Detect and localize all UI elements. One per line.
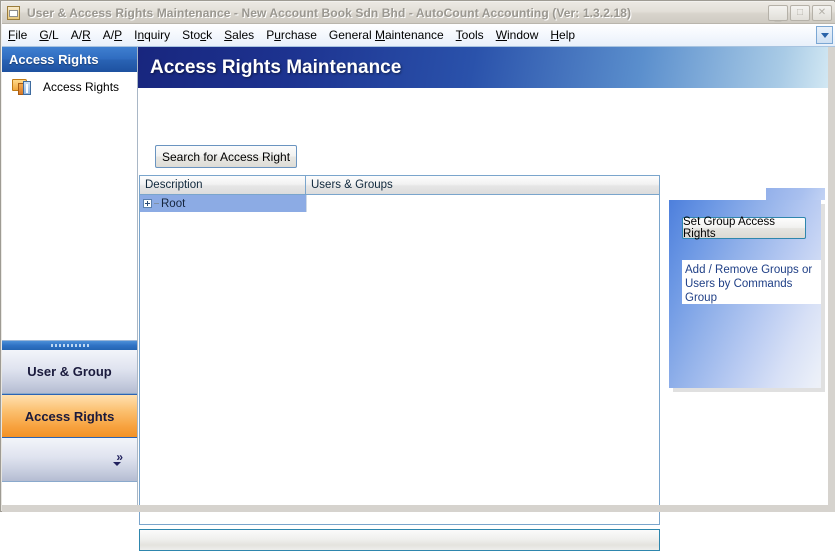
grid-column-header-users-groups[interactable]: Users & Groups [306,176,659,194]
grid-column-header-description[interactable]: Description [140,176,306,194]
chevron-down-icon [820,32,829,38]
navigation-pane: Access Rights Access Rights User & Group… [2,47,138,512]
minimize-icon: _ [774,9,782,23]
menu-item-g-l[interactable]: G/L [33,25,64,45]
minimize-button[interactable]: _ [768,5,788,23]
search-access-right-button[interactable]: Search for Access Right [155,145,297,168]
close-icon: ✕ [817,7,827,18]
menu-item-tools[interactable]: Tools [450,25,490,45]
grip-handle-icon [50,344,89,347]
navigation-splitter[interactable] [2,340,137,350]
grid-cell-description[interactable]: Root [140,195,306,212]
maximize-button[interactable]: □ [790,5,810,21]
chevron-down-icon [113,462,121,466]
application-window: User & Access Rights Maintenance - New A… [0,0,835,551]
navigation-header: Access Rights [2,47,137,72]
menu-overflow-button[interactable] [816,26,833,44]
maximize-icon: □ [796,7,804,18]
grid-cell-users-groups[interactable] [306,195,659,212]
nav-overflow-button[interactable]: » [2,438,137,482]
right-panel-note: Add / Remove Groups or Users by Commands… [682,260,821,304]
nav-button-access-rights[interactable]: Access Rights [2,394,137,438]
grid-header-row: Description Users & Groups [140,176,659,195]
grid-body: Root [140,195,659,212]
nav-button-user-and-group[interactable]: User & Group [2,350,137,394]
sidebar-item-access-rights[interactable]: Access Rights [2,72,137,102]
navigation-list: Access Rights [2,72,137,102]
window-title: User & Access Rights Maintenance - New A… [27,5,632,20]
menu-item-window[interactable]: Window [490,25,545,45]
right-action-panel: Set Group Access Rights Add / Remove Gro… [669,188,825,395]
client-area: Access Rights Access Rights User & Group… [2,47,835,551]
menu-item-a-p[interactable]: A/P [97,25,128,45]
menu-item-general-maintenance[interactable]: General Maintenance [323,25,450,45]
right-panel-tab [766,188,825,200]
window-app-icon [6,5,22,21]
footer-status-bar[interactable] [139,529,660,551]
title-bar: User & Access Rights Maintenance - New A… [2,2,835,24]
client-right-gutter [828,47,835,512]
menu-item-file[interactable]: File [2,25,33,45]
menu-bar: File G/L A/R A/P Inquiry Stock Sales Purchase Ge… [2,24,835,47]
menu-item-help[interactable]: Help [544,25,581,45]
menu-item-stock[interactable]: Stock [176,25,218,45]
window-controls: _ □ ✕ [768,5,832,23]
plus-expander-icon[interactable] [143,199,152,208]
sidebar-item-label: Access Rights [43,80,120,94]
right-panel-body: Set Group Access Rights Add / Remove Gro… [669,200,821,388]
menu-item-inquiry[interactable]: Inquiry [128,25,176,45]
set-group-access-rights-button[interactable]: Set Group Access Rights [682,216,806,240]
grid-cell-label: Root [161,197,186,210]
menu-item-sales[interactable]: Sales [218,25,260,45]
access-rights-grid: Description Users & Groups Root [139,175,660,525]
navigation-button-stack: User & Group Access Rights » [2,340,137,512]
page-title: Access Rights Maintenance [150,56,402,78]
navigation-header-label: Access Rights [9,52,99,67]
table-row[interactable]: Root [140,195,659,212]
double-chevron-icon: » [116,450,123,464]
client-bottom-gutter [2,505,835,512]
folder-document-icon [12,77,34,97]
menu-item-a-r[interactable]: A/R [65,25,97,45]
window-frame: User & Access Rights Maintenance - New A… [0,0,835,551]
nav-button-label: User & Group [27,364,112,379]
menu-item-purchase[interactable]: Purchase [260,25,323,45]
nav-button-label: Access Rights [24,408,115,424]
page-banner: Access Rights Maintenance [138,47,835,88]
close-button[interactable]: ✕ [812,5,832,21]
tree-connector-icon [154,203,159,204]
